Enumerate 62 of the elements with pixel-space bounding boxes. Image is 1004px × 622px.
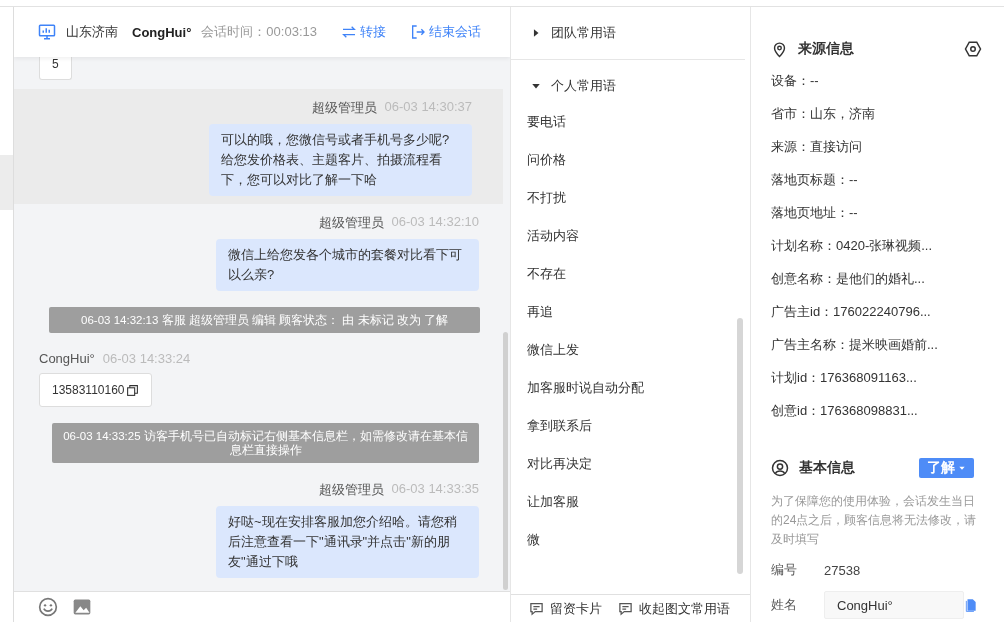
phrase-item[interactable]: 微 bbox=[527, 521, 540, 559]
field-value: 27538 bbox=[824, 562, 862, 578]
emoji-icon[interactable] bbox=[38, 597, 58, 617]
user-circle-icon bbox=[771, 459, 789, 477]
notice-text: 为了保障您的使用体验，会话发生当日的24点之后，顾客信息将无法修改，请及时填写 bbox=[771, 493, 978, 548]
transfer-button[interactable]: 转接 bbox=[340, 23, 386, 41]
message-bubble: 好哒~现在安排客服加您介绍哈。请您稍后注意查看一下"通讯录"并点击"新的朋友"通过下哦 bbox=[216, 506, 479, 578]
phrase-item[interactable]: 再追 bbox=[527, 293, 553, 331]
phrase-item[interactable]: 不打扰 bbox=[527, 179, 566, 217]
system-notice: 06-03 14:32:13 客服 超级管理员 编辑 顾客状态： 由 未标记 改为 了解 bbox=[49, 307, 480, 333]
phrase-item[interactable]: 不存在 bbox=[527, 255, 566, 293]
end-session-button[interactable]: 结束会话 bbox=[409, 23, 481, 41]
source-field: 创意名称：是他们的婚礼... bbox=[771, 262, 1004, 295]
visitor-location: 山东济南 bbox=[66, 23, 118, 41]
visitor-name: CongHui° bbox=[132, 24, 192, 40]
source-field: 设备：-- bbox=[771, 64, 1004, 97]
copy-icon[interactable] bbox=[125, 383, 139, 397]
phrase-item[interactable]: 问价格 bbox=[527, 141, 566, 179]
phrase-item[interactable]: 对比再决定 bbox=[527, 445, 592, 483]
source-field: 广告主id：176022240796... bbox=[771, 295, 1004, 328]
message-time: 06-03 14:32:10 bbox=[391, 214, 479, 231]
comment-icon bbox=[529, 601, 544, 616]
monitor-icon bbox=[38, 23, 56, 41]
source-field: 广告主名称：提米映画婚前... bbox=[771, 328, 1004, 361]
source-field: 省市：山东，济南 bbox=[771, 97, 1004, 130]
source-field: 落地页地址：-- bbox=[771, 196, 1004, 229]
caret-icon bbox=[958, 464, 966, 472]
message-card: 13583110160 bbox=[39, 373, 152, 407]
phrase-item[interactable]: 加客服时说自动分配 bbox=[527, 369, 644, 407]
image-icon[interactable] bbox=[72, 597, 92, 617]
settings-icon[interactable] bbox=[964, 40, 982, 58]
phrase-item[interactable]: 拿到联系后 bbox=[527, 407, 592, 445]
message-card: 5 bbox=[39, 57, 72, 80]
field-label: 姓名 bbox=[771, 596, 798, 614]
source-field: 计划id：176368091163... bbox=[771, 361, 1004, 394]
system-notice: 06-03 14:33:25 访客手机号已自动标记右侧基本信息栏，如需修改请在基本信息栏直接操作 bbox=[52, 423, 479, 463]
source-field: 创意id：176368098831... bbox=[771, 394, 1004, 427]
message-bubble: 可以的哦，您微信号或者手机号多少呢?给您发价格表、主题客片、拍摄流程看下，您可以对比了解一下哈 bbox=[209, 124, 472, 196]
source-field: 落地页标题：-- bbox=[771, 163, 1004, 196]
phrase-item[interactable]: 微信上发 bbox=[527, 331, 579, 369]
footer-link[interactable]: 收起图文常用语 bbox=[618, 599, 730, 618]
session-duration: 会话时间：00:03:13 bbox=[201, 23, 317, 41]
name-input[interactable]: CongHui° bbox=[824, 591, 964, 619]
comment-icon bbox=[618, 601, 633, 616]
field-label: 编号 bbox=[771, 561, 798, 579]
message-time: 06-03 14:33:35 bbox=[391, 481, 479, 498]
sender-name: CongHui° bbox=[39, 351, 95, 366]
section-title: 来源信息 bbox=[798, 40, 854, 58]
sender-name: 超级管理员 bbox=[318, 214, 384, 232]
phrase-item[interactable]: 让加客服 bbox=[527, 483, 579, 521]
source-field: 计划名称：0420-张琳视频... bbox=[771, 229, 1004, 262]
sender-name: 超级管理员 bbox=[318, 481, 384, 499]
sender-name: 超级管理员 bbox=[311, 99, 377, 117]
message-bubble: 微信上给您发各个城市的套餐对比看下可以么亲? bbox=[216, 239, 479, 291]
location-pin-icon bbox=[771, 40, 788, 58]
section-title: 基本信息 bbox=[799, 459, 855, 477]
exit-icon bbox=[409, 24, 426, 40]
footer-link[interactable]: 留资卡片 bbox=[529, 599, 602, 618]
source-field: 来源：直接访问 bbox=[771, 130, 1004, 163]
phrase-item[interactable]: 活动内容 bbox=[527, 217, 579, 255]
message-time: 06-03 14:33:24 bbox=[102, 351, 191, 366]
swap-arrows-icon bbox=[340, 24, 357, 40]
